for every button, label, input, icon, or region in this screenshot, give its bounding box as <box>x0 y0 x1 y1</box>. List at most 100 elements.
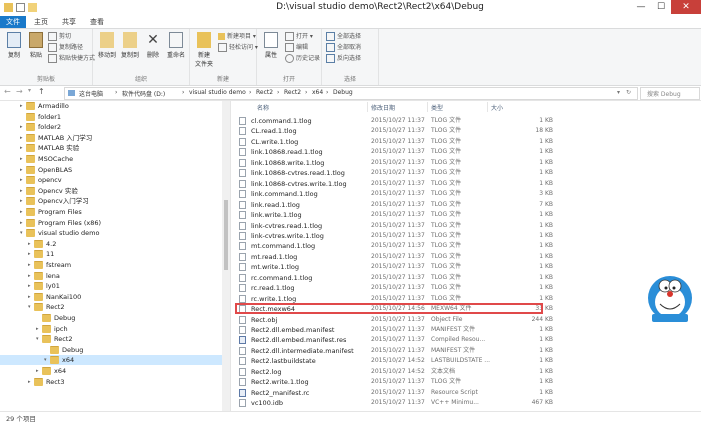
breadcrumb-x64[interactable]: x64 <box>312 89 323 96</box>
new-folder-button[interactable]: 新建 文件夹 <box>192 32 216 68</box>
nav-scrollbar-thumb[interactable] <box>224 200 228 270</box>
cut-button[interactable]: 剪切 <box>48 32 71 42</box>
nav-item[interactable]: ▸ ipch <box>0 324 230 334</box>
column-divider[interactable] <box>427 102 428 112</box>
nav-item[interactable]: ▾ visual studio demo <box>0 228 230 238</box>
back-icon[interactable]: ← <box>4 87 11 96</box>
rename-button[interactable]: 重命名 <box>165 32 187 59</box>
nav-item[interactable]: ▸ ly01 <box>0 281 230 291</box>
tab-view[interactable]: 查看 <box>84 16 110 28</box>
file-row[interactable]: cl.command.1.tlog 2015/10/27 11:37 TLOG 文件… <box>237 116 557 126</box>
nav-item[interactable]: Debug <box>0 345 230 355</box>
file-row[interactable]: link.10868.read.1.tlog 2015/10/27 11:37 TL… <box>237 147 557 157</box>
nav-item[interactable]: ▸ 4.2 <box>0 239 230 249</box>
file-row[interactable]: Rect2.dll.embed.manifest 2015/10/27 11:37… <box>237 325 557 335</box>
nav-item[interactable]: ▸ lena <box>0 271 230 281</box>
nav-item[interactable]: Debug <box>0 313 230 323</box>
column-type-header[interactable]: 类型 <box>431 103 443 112</box>
invert-selection-button[interactable]: 反向选择 <box>326 54 361 64</box>
file-row[interactable]: Rect.obj 2015/10/27 11:37 Object File 244 K… <box>237 315 557 325</box>
file-row[interactable]: CL.write.1.tlog 2015/10/27 11:37 TLOG 文件 1 … <box>237 137 557 147</box>
nav-item[interactable]: ▸ fstream <box>0 260 230 270</box>
nav-item[interactable]: ▸ Opencv 实验 <box>0 186 230 196</box>
breadcrumb-this-pc[interactable]: 这台电脑 <box>79 89 103 98</box>
nav-item[interactable]: ▸ MSOCache <box>0 154 230 164</box>
refresh-icon[interactable]: ↻ <box>626 89 631 96</box>
edit-button[interactable]: 编辑 <box>285 43 308 53</box>
file-row[interactable]: mt.command.1.tlog 2015/10/27 11:37 TLOG 文件… <box>237 241 557 251</box>
file-row[interactable]: rc.command.1.tlog 2015/10/27 11:37 TLOG 文件… <box>237 273 557 283</box>
address-bar[interactable]: 这台电脑 › 软件代码盘 (D:) › visual studio demo ›… <box>64 87 638 100</box>
tab-file[interactable]: 文件 <box>0 16 26 28</box>
nav-item[interactable]: ▸ Rect3 <box>0 377 230 387</box>
up-icon[interactable]: ↑ <box>38 87 45 96</box>
copy-path-button[interactable]: 复制路径 <box>48 43 83 53</box>
file-row[interactable]: link.command.1.tlog 2015/10/27 11:37 TLOG … <box>237 189 557 199</box>
nav-item[interactable]: ▸ x64 <box>0 366 230 376</box>
nav-item[interactable]: ▸ Program Files (x86) <box>0 218 230 228</box>
column-date-header[interactable]: 修改日期 <box>371 103 395 112</box>
file-row[interactable]: link.write.1.tlog 2015/10/27 11:37 TLOG 文件… <box>237 210 557 220</box>
nav-item[interactable]: ▸ Opencv入门学习 <box>0 196 230 206</box>
file-row[interactable]: link-cvtres.read.1.tlog 2015/10/27 11:37 T… <box>237 221 557 231</box>
file-row[interactable]: Rect2.write.1.tlog 2015/10/27 11:37 TLOG 文… <box>237 377 557 387</box>
move-to-button[interactable]: 移动到 <box>96 32 118 59</box>
select-all-button[interactable]: 全部选择 <box>326 32 361 42</box>
tab-home[interactable]: 主页 <box>28 16 54 28</box>
delete-button[interactable]: ✕ 删除 <box>142 32 164 59</box>
nav-item[interactable]: ▸ opencv <box>0 175 230 185</box>
breadcrumb-rect2-inner[interactable]: Rect2 <box>284 89 301 96</box>
nav-item[interactable]: folder1 <box>0 112 230 122</box>
nav-item[interactable]: ▾ Rect2 <box>0 302 230 312</box>
properties-quick-icon[interactable] <box>16 3 25 12</box>
file-row[interactable]: Rect2_manifest.rc 2015/10/27 11:37 Resourc… <box>237 388 557 398</box>
nav-item[interactable]: ▸ Program Files <box>0 207 230 217</box>
nav-item[interactable]: ▸ folder2 <box>0 122 230 132</box>
file-row[interactable]: link.10868-cvtres.read.1.tlog 2015/10/27 … <box>237 168 557 178</box>
file-row[interactable]: rc.read.1.tlog 2015/10/27 11:37 TLOG 文件 1 K… <box>237 283 557 293</box>
forward-icon[interactable]: → <box>16 87 23 96</box>
maximize-button[interactable]: ☐ <box>651 0 671 14</box>
paste-shortcut-button[interactable]: 粘贴快捷方式 <box>48 54 95 64</box>
properties-button[interactable]: 属性 <box>260 32 282 59</box>
file-row[interactable]: Rect2.dll.embed.manifest.res 2015/10/27 1… <box>237 335 557 345</box>
file-row[interactable]: mt.read.1.tlog 2015/10/27 11:37 TLOG 文件 1 K… <box>237 252 557 262</box>
history-button[interactable]: 历史记录 <box>285 54 320 64</box>
address-dropdown-icon[interactable]: ▾ <box>617 89 620 96</box>
nav-item[interactable]: ▸ OpenBLAS <box>0 165 230 175</box>
nav-item[interactable]: ▸ MATLAB 实验 <box>0 143 230 153</box>
tab-share[interactable]: 共享 <box>56 16 82 28</box>
nav-item[interactable]: ▾ Rect2 <box>0 334 230 344</box>
paste-button[interactable]: 粘贴 <box>25 32 47 59</box>
file-row[interactable]: mt.write.1.tlog 2015/10/27 11:37 TLOG 文件 1 … <box>237 262 557 272</box>
new-item-button[interactable]: 新建项目 ▾ <box>218 32 256 42</box>
minimize-button[interactable]: — <box>631 0 651 14</box>
nav-item[interactable]: ▸ Armadillo <box>0 101 230 111</box>
file-row[interactable]: Rect2.dll.intermediate.manifest 2015/10/2… <box>237 346 557 356</box>
breadcrumb-debug[interactable]: Debug <box>333 89 353 96</box>
search-input[interactable]: 搜索 Debug <box>640 87 700 100</box>
file-row[interactable]: link.10868-cvtres.write.1.tlog 2015/10/27… <box>237 179 557 189</box>
open-button[interactable]: 打开 ▾ <box>285 32 313 42</box>
column-divider[interactable] <box>367 102 368 112</box>
column-size-header[interactable]: 大小 <box>491 103 503 112</box>
file-row[interactable]: link.read.1.tlog 2015/10/27 11:37 TLOG 文件 7… <box>237 200 557 210</box>
select-none-button[interactable]: 全部取消 <box>326 43 361 53</box>
nav-item[interactable]: ▸ MATLAB 入门学习 <box>0 133 230 143</box>
easy-access-button[interactable]: 轻松访问 ▾ <box>218 43 258 53</box>
nav-item[interactable]: ▸ NanKai100 <box>0 292 230 302</box>
close-button[interactable]: ✕ <box>671 0 701 14</box>
recent-chevron-icon[interactable]: ▾ <box>28 87 31 94</box>
file-row[interactable]: Rect2.lastbuildstate 2015/10/27 14:52 LAST… <box>237 356 557 366</box>
copy-button[interactable]: 复制 <box>3 32 25 59</box>
breadcrumb-vs-demo[interactable]: visual studio demo <box>189 89 246 96</box>
column-name-header[interactable]: 名称 <box>257 103 269 112</box>
copy-to-button[interactable]: 复制到 <box>119 32 141 59</box>
nav-item[interactable]: ▾ x64 <box>0 355 230 366</box>
nav-item[interactable]: ▸ 11 <box>0 249 230 259</box>
breadcrumb-rect2[interactable]: Rect2 <box>256 89 273 96</box>
column-divider[interactable] <box>487 102 488 112</box>
file-row[interactable]: Rect2.log 2015/10/27 14:52 文本文档 1 KB <box>237 367 557 377</box>
new-folder-quick-icon[interactable] <box>28 3 37 12</box>
file-row[interactable]: vc100.idb 2015/10/27 11:37 VC++ Minimu... 4… <box>237 398 557 408</box>
